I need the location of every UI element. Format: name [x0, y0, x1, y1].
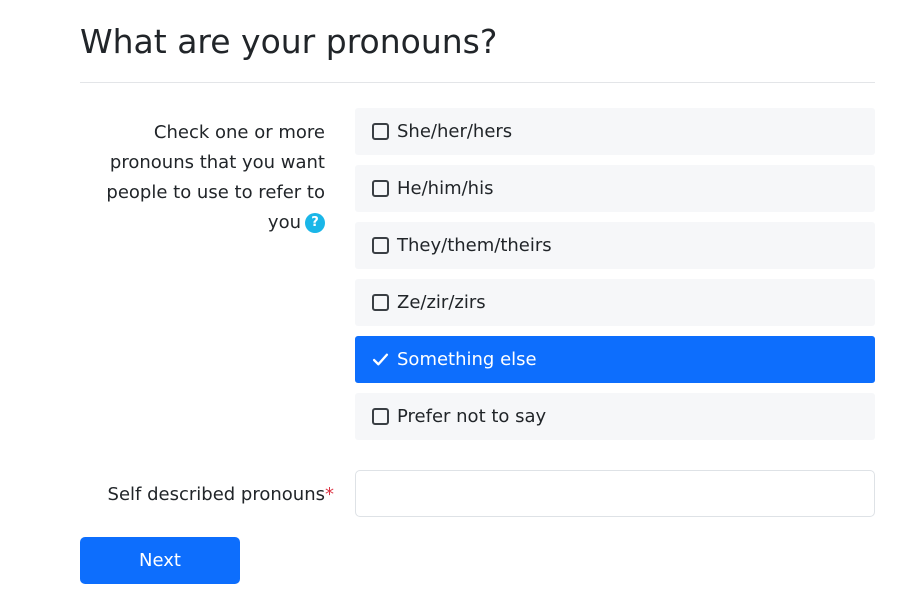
option-he-him-his[interactable]: He/him/his	[355, 165, 875, 212]
self-described-label: Self described pronouns*	[80, 480, 334, 510]
pronouns-question-label: Check one or more pronouns that you want…	[80, 118, 325, 238]
self-described-input[interactable]	[355, 470, 875, 517]
pronouns-form: What are your pronouns? Check one or mor…	[80, 0, 875, 584]
option-label: She/her/hers	[397, 121, 513, 142]
option-she-her-hers[interactable]: She/her/hers	[355, 108, 875, 155]
option-label: They/them/theirs	[397, 235, 552, 256]
option-ze-zir-zirs[interactable]: Ze/zir/zirs	[355, 279, 875, 326]
option-label: Ze/zir/zirs	[397, 292, 486, 313]
option-something-else[interactable]: Something else	[355, 336, 875, 383]
checkbox-empty-icon[interactable]	[372, 408, 389, 425]
option-they-them-theirs[interactable]: They/them/theirs	[355, 222, 875, 269]
option-label: Prefer not to say	[397, 406, 547, 427]
checkbox-empty-icon[interactable]	[372, 180, 389, 197]
title-divider	[80, 82, 875, 83]
option-label: He/him/his	[397, 178, 494, 199]
checkbox-empty-icon[interactable]	[372, 294, 389, 311]
self-described-label-text: Self described pronouns	[107, 484, 325, 505]
checkbox-empty-icon[interactable]	[372, 237, 389, 254]
option-prefer-not-to-say[interactable]: Prefer not to say	[355, 393, 875, 440]
checkmark-icon[interactable]	[372, 351, 389, 368]
pronouns-question-text: Check one or more pronouns that you want…	[106, 122, 325, 233]
required-marker: *	[325, 484, 334, 505]
page-title: What are your pronouns?	[80, 22, 498, 61]
next-button[interactable]: Next	[80, 537, 240, 584]
help-icon[interactable]: ?	[305, 213, 325, 233]
option-label: Something else	[397, 349, 537, 370]
checkbox-empty-icon[interactable]	[372, 123, 389, 140]
pronoun-options: She/her/hers He/him/his They/them/theirs…	[355, 108, 875, 450]
